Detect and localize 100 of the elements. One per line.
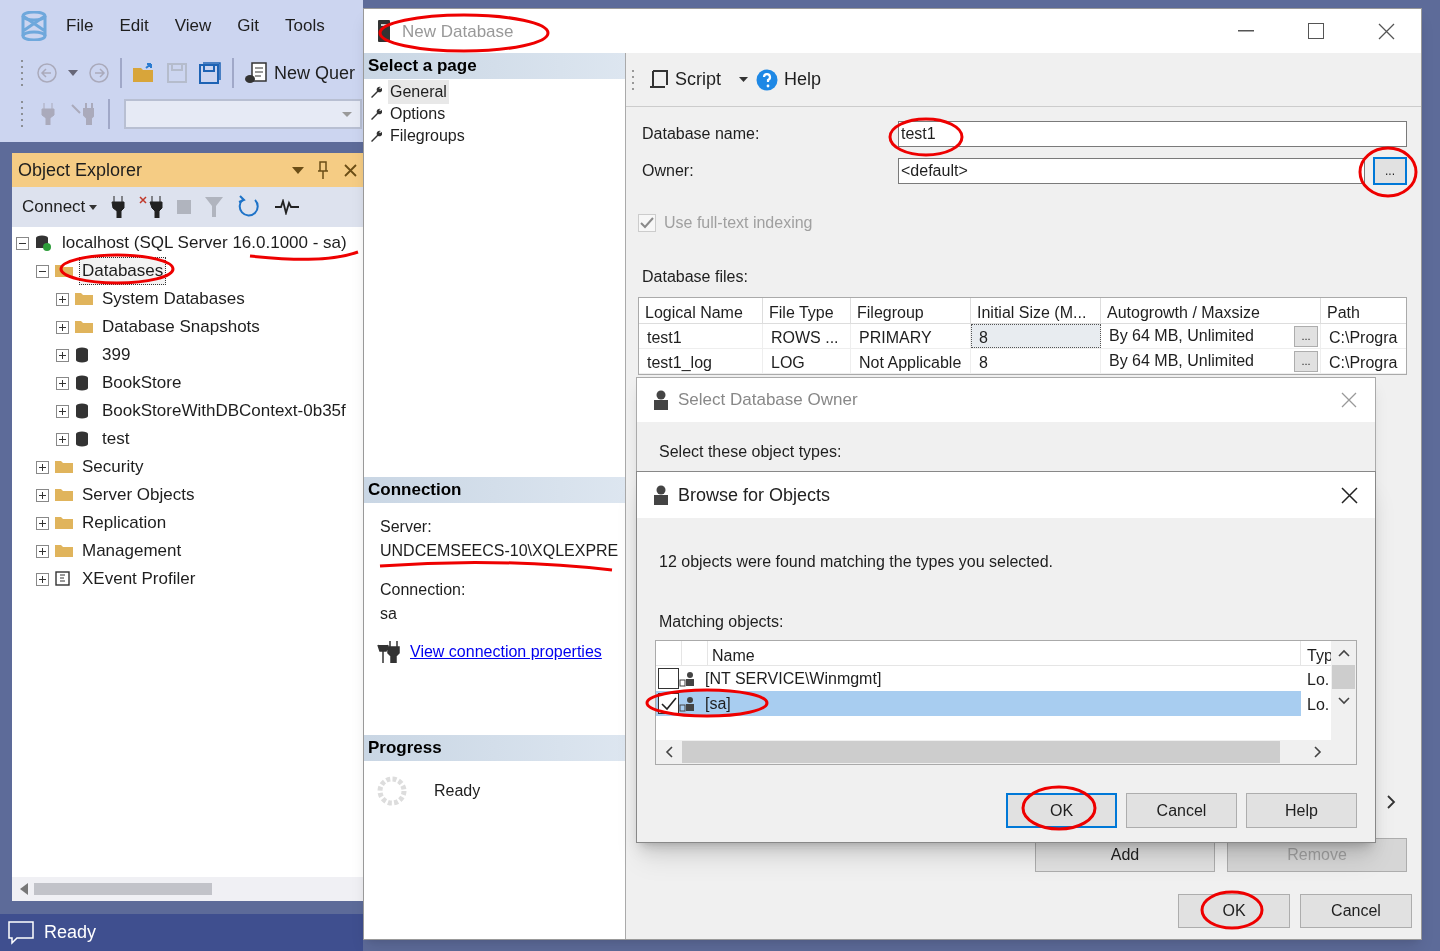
dialog-button[interactable]: OK — [1006, 793, 1117, 828]
folder-icon — [55, 262, 73, 280]
edit-autogrowth-button[interactable]: ... — [1294, 350, 1318, 372]
folder-icon — [55, 514, 73, 532]
collapse-icon[interactable] — [36, 264, 49, 278]
dropdown-caret-icon[interactable] — [292, 166, 304, 174]
toolbar-grip-icon — [20, 99, 26, 129]
close-icon[interactable] — [1378, 22, 1395, 40]
tree-item[interactable]: test — [99, 425, 133, 453]
status-text: Ready — [44, 921, 97, 944]
expand-icon[interactable] — [36, 572, 49, 586]
open-folder-icon[interactable] — [132, 62, 156, 84]
menu-item[interactable]: Edit — [119, 13, 149, 39]
menu-item[interactable]: Tools — [285, 13, 325, 39]
plug-icon[interactable] — [111, 196, 126, 218]
scrollbar-thumb[interactable] — [1332, 665, 1355, 689]
column-header[interactable]: Logical Name — [639, 298, 763, 323]
section-header: Select a page — [364, 53, 625, 79]
notification-icon[interactable] — [8, 920, 34, 945]
folder-icon — [75, 318, 93, 336]
tree-item[interactable]: System Databases — [99, 285, 248, 313]
page-item[interactable]: Filegroups — [388, 124, 467, 148]
collapse-icon[interactable] — [16, 236, 29, 250]
tree-item[interactable]: Database Snapshots — [99, 313, 263, 341]
scroll-left-icon[interactable] — [20, 883, 28, 895]
expand-icon[interactable] — [36, 460, 49, 474]
list-row[interactable]: [sa] Lo. — [656, 691, 1331, 716]
column-header[interactable]: Name — [708, 641, 1301, 665]
window-title: New Database — [402, 22, 514, 40]
table-cell: Not Applicable — [851, 349, 971, 373]
database-name-field[interactable]: test1 — [898, 121, 1407, 147]
scroll-right-icon[interactable] — [1387, 795, 1396, 809]
connection-plug-icon — [376, 641, 400, 663]
browse-owner-button[interactable]: ... — [1373, 157, 1407, 185]
help-button[interactable]: Help — [756, 66, 822, 93]
expand-icon[interactable] — [36, 488, 49, 502]
page-item[interactable]: General — [388, 80, 449, 104]
maximize-icon[interactable] — [1308, 23, 1324, 39]
expand-icon[interactable] — [56, 376, 69, 390]
server-name: UNDCEMSEECS-10\XQLEXPRE — [380, 541, 619, 561]
refresh-icon[interactable] — [237, 195, 262, 219]
activity-icon[interactable] — [275, 199, 300, 215]
new-query-button[interactable]: New Quer — [274, 59, 356, 87]
tree-item[interactable]: Server Objects — [79, 481, 198, 509]
result-message: 12 objects were found matching the types you selected. — [659, 552, 1054, 572]
tree-item[interactable]: BookStore — [99, 369, 185, 397]
expand-icon[interactable] — [56, 320, 69, 334]
edit-autogrowth-button[interactable]: ... — [1294, 325, 1318, 347]
menu-item[interactable]: View — [174, 13, 212, 39]
expand-icon[interactable] — [56, 292, 69, 306]
column-header[interactable]: Initial Size (M... — [971, 298, 1101, 323]
dialog-button[interactable]: Cancel — [1126, 793, 1237, 828]
pin-icon[interactable] — [318, 161, 328, 179]
column-header[interactable]: Filegroup — [851, 298, 971, 323]
close-icon[interactable] — [1341, 486, 1358, 504]
connection-label: Connection: — [380, 580, 467, 600]
list-cell-text: [sa] — [705, 693, 732, 714]
column-header[interactable]: File Type — [763, 298, 851, 323]
dialog-button[interactable]: Help — [1246, 793, 1357, 828]
scrollbar-thumb[interactable] — [34, 883, 212, 895]
list-cell-text: [NT SERVICE\Winmgmt] — [705, 668, 883, 689]
script-button[interactable]: Script — [649, 66, 721, 93]
expand-icon[interactable] — [56, 348, 69, 362]
expand-icon[interactable] — [36, 516, 49, 530]
owner-field[interactable]: <default> — [898, 158, 1365, 184]
connect-button[interactable]: Connect — [22, 194, 98, 220]
dropdown-caret-icon[interactable] — [89, 204, 98, 210]
tree-item[interactable]: 399 — [99, 341, 134, 369]
new-query-icon — [244, 61, 268, 85]
tree-item[interactable]: BookStoreWithDBContext-0b35f — [99, 397, 349, 425]
tree-item[interactable]: Management — [79, 537, 185, 565]
window-title: Browse for Objects — [678, 483, 832, 507]
user-icon — [653, 390, 669, 410]
progress-status: Ready — [434, 781, 481, 801]
toolbar-grip-icon — [20, 58, 26, 88]
expand-icon[interactable] — [56, 432, 69, 446]
table-cell: test1_log — [639, 349, 763, 373]
dialog-button[interactable]: OK — [1178, 894, 1290, 928]
expand-icon[interactable] — [36, 544, 49, 558]
minimize-icon[interactable] — [1238, 30, 1254, 32]
annotation-circle — [1358, 146, 1418, 198]
tree-item[interactable]: Replication — [79, 509, 170, 537]
menu-item[interactable]: File — [66, 13, 94, 39]
tree-item[interactable]: Security — [79, 453, 147, 481]
checkbox[interactable] — [658, 668, 679, 689]
column-header[interactable]: Path — [1321, 298, 1406, 323]
view-connection-properties-link[interactable]: View connection properties — [410, 640, 602, 664]
tree-item[interactable]: localhost (SQL Server 16.0.1000 - sa) — [59, 229, 350, 257]
scrollbar-thumb[interactable] — [682, 741, 1280, 763]
list-row[interactable]: [NT SERVICE\Winmgmt] Lo. — [656, 666, 1331, 691]
disconnect-icon[interactable] — [139, 196, 164, 218]
dropdown-caret-icon[interactable] — [739, 77, 748, 82]
column-header[interactable]: Autogrowth / Maxsize — [1101, 298, 1321, 323]
menu-item[interactable]: Git — [237, 13, 259, 39]
table-cell-text: By 64 MB, Unlimited — [1108, 351, 1255, 371]
save-all-icon[interactable] — [198, 62, 222, 84]
tree-item[interactable]: XEvent Profiler — [79, 565, 199, 593]
page-item[interactable]: Options — [388, 102, 448, 126]
dialog-button[interactable]: Cancel — [1300, 894, 1412, 928]
expand-icon[interactable] — [56, 404, 69, 418]
